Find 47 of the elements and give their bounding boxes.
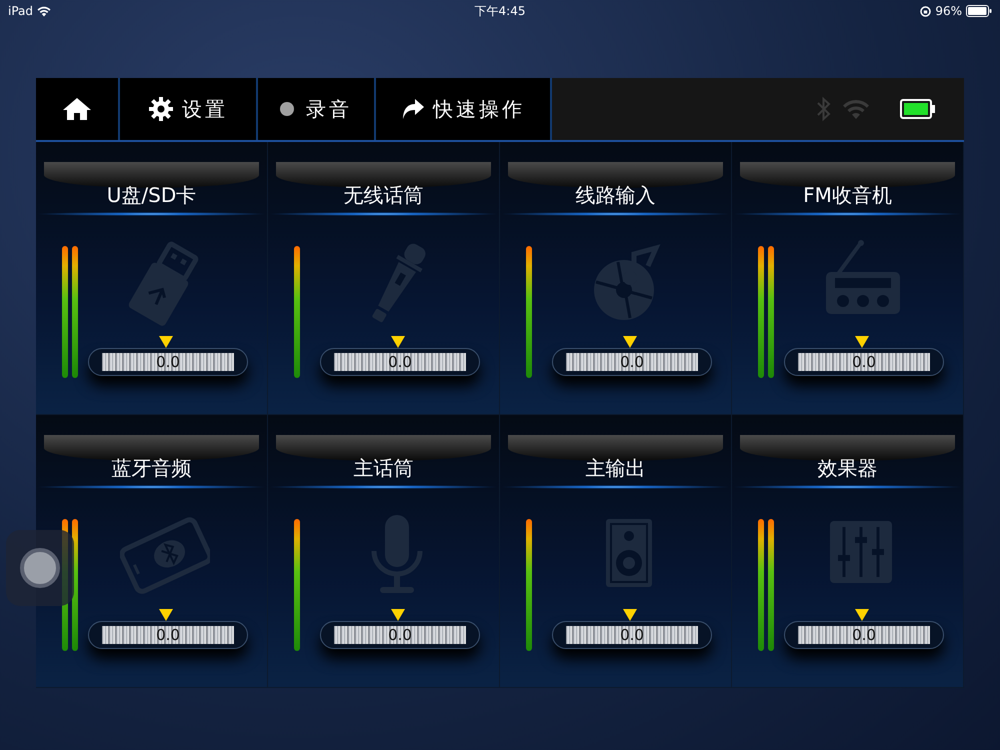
channel-panel[interactable]: 蓝牙音频 0.0 <box>36 415 268 688</box>
triangle-marker-icon <box>159 336 173 348</box>
channel-panel[interactable]: 主输出 0.0 <box>500 415 732 688</box>
settings-button[interactable]: 设置 <box>120 78 258 140</box>
triangle-marker-icon <box>623 609 637 621</box>
quick-actions-button[interactable]: 快速操作 <box>376 78 552 140</box>
home-icon <box>62 97 92 121</box>
channel-panel[interactable]: 效果器 0.0 <box>732 415 964 688</box>
rotation-lock-icon <box>920 6 932 16</box>
channel-title: 无线话筒 <box>344 182 424 208</box>
value-dial[interactable]: 0.0 <box>88 348 248 376</box>
channel-panel[interactable]: 主话筒 0.0 <box>268 415 500 688</box>
triangle-marker-icon <box>855 609 869 621</box>
clock: 下午4:45 <box>474 3 526 20</box>
channel-title: FM收音机 <box>803 182 892 208</box>
channel-panel[interactable]: U盘/SD卡 0.0 <box>36 142 268 415</box>
channel-title: 蓝牙音频 <box>112 455 192 481</box>
assistive-touch-button[interactable] <box>6 530 74 606</box>
channel-panel[interactable]: 无线话筒 0.0 <box>268 142 500 415</box>
value-dial[interactable]: 0.0 <box>88 621 248 649</box>
value-dial[interactable]: 0.0 <box>784 348 944 376</box>
triangle-marker-icon <box>391 336 405 348</box>
triangle-marker-icon <box>159 609 173 621</box>
value-dial[interactable]: 0.0 <box>552 348 712 376</box>
channel-panel[interactable]: FM收音机 0.0 <box>732 142 964 415</box>
triangle-marker-icon <box>855 336 869 348</box>
share-arrow-icon <box>401 98 425 120</box>
wifi-icon <box>37 6 52 16</box>
value-dial[interactable]: 0.0 <box>320 348 480 376</box>
channel-title: U盘/SD卡 <box>106 182 196 208</box>
home-button[interactable] <box>36 78 120 140</box>
triangle-marker-icon <box>623 336 637 348</box>
record-button[interactable]: 录音 <box>258 78 376 140</box>
battery-icon <box>900 99 936 119</box>
value-dial[interactable]: 0.0 <box>784 621 944 649</box>
channel-title: 主话筒 <box>354 455 414 481</box>
channel-panel[interactable]: 线路输入 0.0 <box>500 142 732 415</box>
value-dial[interactable]: 0.0 <box>320 621 480 649</box>
triangle-marker-icon <box>391 609 405 621</box>
channel-title: 主输出 <box>586 455 646 481</box>
value-dial[interactable]: 0.0 <box>552 621 712 649</box>
channel-title: 线路输入 <box>576 182 656 208</box>
battery-percentage: 96% <box>935 3 962 20</box>
battery-icon <box>966 5 992 17</box>
device-name: iPad <box>8 3 34 20</box>
channel-title: 效果器 <box>818 455 878 481</box>
settings-icon <box>148 96 174 122</box>
